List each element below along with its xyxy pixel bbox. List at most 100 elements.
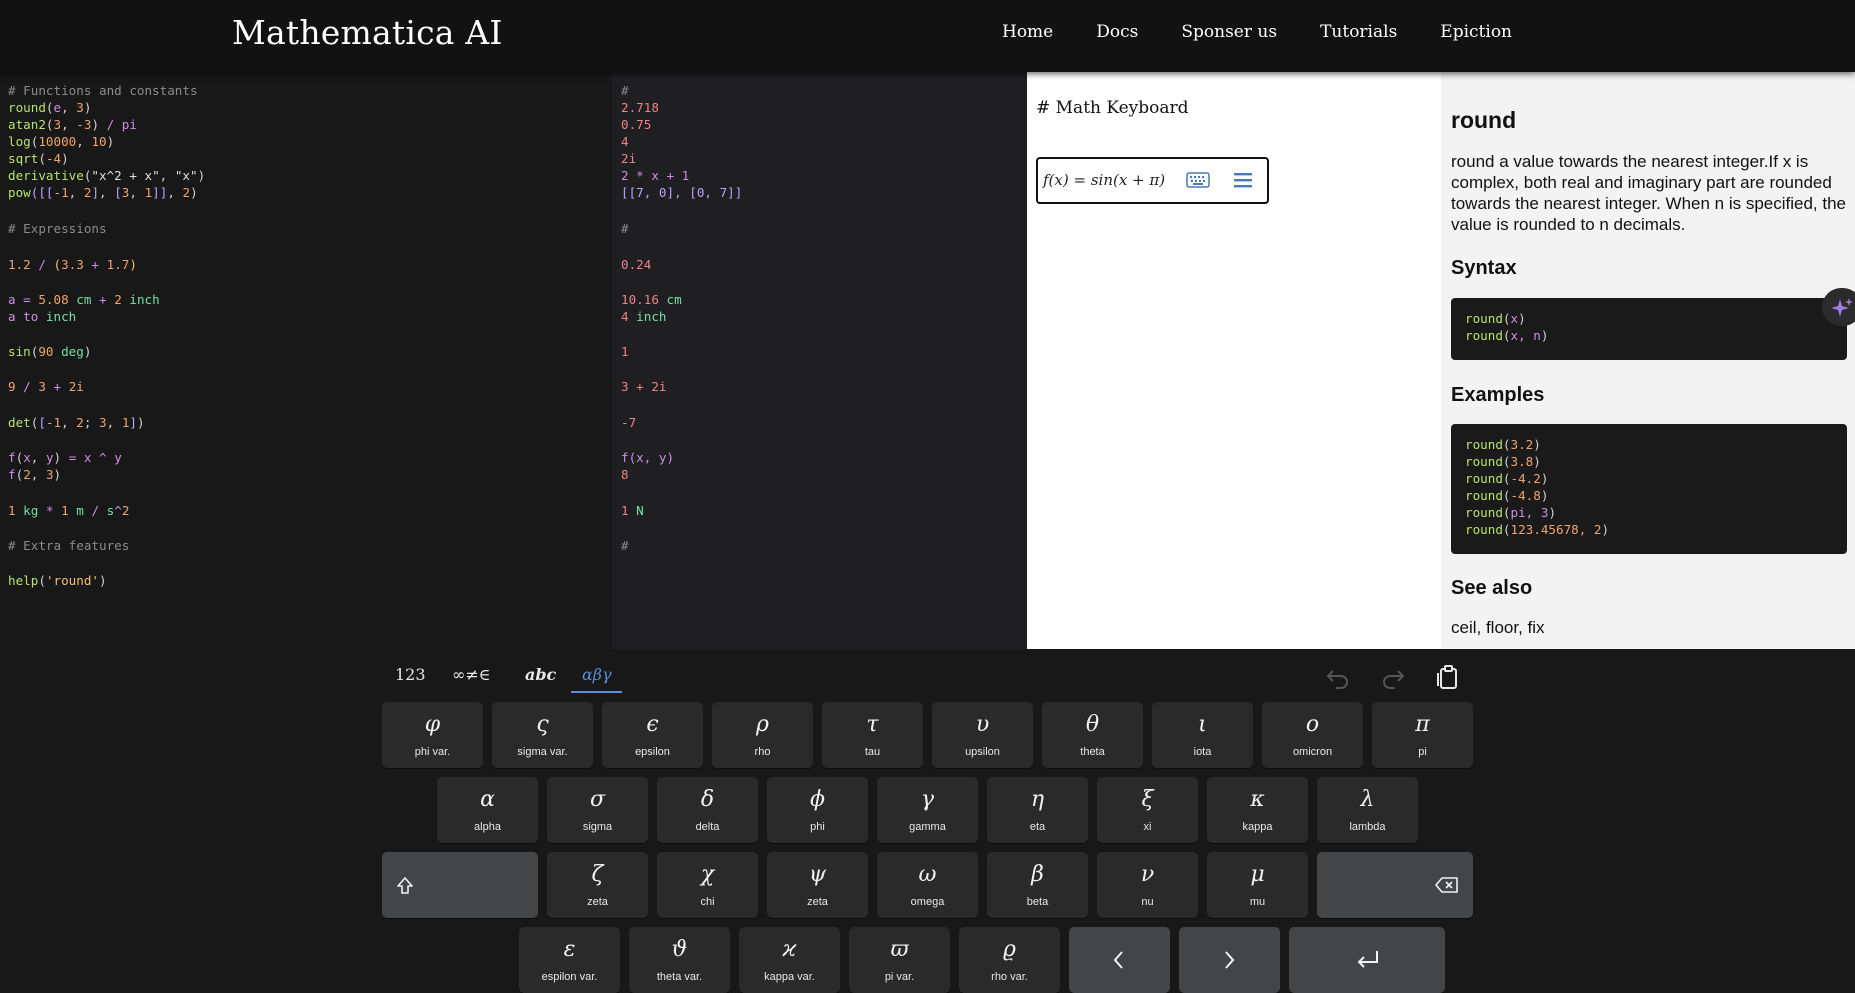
- key-alpha[interactable]: α alpha: [437, 777, 538, 843]
- example-line: round(3.2): [1465, 437, 1541, 452]
- nav-epiction-link[interactable]: Epiction: [1440, 22, 1512, 42]
- code-line: 1.2 / (3.3 + 1.7): [8, 257, 137, 272]
- key-pi-var[interactable]: ϖ pi var.: [849, 927, 950, 993]
- examples-heading: Examples: [1451, 384, 1545, 406]
- code-line: # Expressions: [8, 221, 107, 236]
- key-zeta[interactable]: ζ zeta: [547, 852, 648, 918]
- code-line: log(10000, 10): [8, 134, 115, 149]
- key-upsilon[interactable]: υ upsilon: [932, 702, 1033, 768]
- result-line: #: [621, 83, 629, 98]
- backspace-key[interactable]: [1317, 852, 1473, 918]
- sparkle-icon: [1831, 298, 1853, 317]
- examples-code-block: round(3.2) round(3.8) round(-4.2) round(…: [1451, 424, 1847, 554]
- arrow-right-key[interactable]: [1179, 927, 1280, 993]
- syntax-heading: Syntax: [1451, 257, 1517, 279]
- code-line: sin(90 deg): [8, 344, 92, 359]
- key-omicron[interactable]: ο omicron: [1262, 702, 1363, 768]
- key-xi[interactable]: ξ xi: [1097, 777, 1198, 843]
- brand-logo[interactable]: Mathematica AI: [232, 13, 503, 52]
- enter-key[interactable]: [1289, 927, 1445, 993]
- code-line: derivative("x^2 + x", "x"): [8, 168, 206, 183]
- virtual-math-keyboard: 123 ∞≠∈ abc αβγ φ phi var. ς sigma var. ϵe…: [0, 649, 1855, 993]
- key-theta-var[interactable]: ϑ theta var.: [629, 927, 730, 993]
- active-tab-indicator: [571, 691, 622, 693]
- code-line: f(x, y) = x ^ y: [8, 450, 122, 465]
- example-line: round(3.8): [1465, 454, 1541, 469]
- key-delta[interactable]: δ delta: [657, 777, 758, 843]
- key-theta[interactable]: θ theta: [1042, 702, 1143, 768]
- example-line: round(-4.8): [1465, 488, 1549, 503]
- key-beta[interactable]: β beta: [987, 852, 1088, 918]
- code-line: a = 5.08 cm + 2 inch: [8, 292, 160, 307]
- result-line: 0.24: [621, 257, 652, 272]
- result-line: #: [621, 538, 629, 553]
- key-rho[interactable]: ρ rho: [712, 702, 813, 768]
- key-sigma[interactable]: σ sigma: [547, 777, 648, 843]
- arrow-left-key[interactable]: [1069, 927, 1170, 993]
- key-gamma[interactable]: γ gamma: [877, 777, 978, 843]
- top-navigation-bar: Mathematica AI Home Docs Sponser us Tuto…: [0, 0, 1855, 72]
- key-phi-var[interactable]: φ phi var.: [382, 702, 483, 768]
- example-line: round(-4.2): [1465, 471, 1549, 486]
- example-line: round(pi, 3): [1465, 505, 1557, 520]
- result-line: 0.75: [621, 117, 652, 132]
- result-line: -7: [621, 415, 637, 430]
- key-mu[interactable]: μ mu: [1207, 852, 1308, 918]
- key-nu[interactable]: ν nu: [1097, 852, 1198, 918]
- key-omega[interactable]: ω omega: [877, 852, 978, 918]
- tab-numeric[interactable]: 123: [395, 665, 426, 684]
- nav-tutorials-link[interactable]: Tutorials: [1320, 22, 1397, 42]
- see-also-heading: See also: [1451, 577, 1533, 599]
- key-pi[interactable]: π pi: [1372, 702, 1473, 768]
- code-line: a to inch: [8, 309, 77, 324]
- key-phi[interactable]: ϕ phi: [767, 777, 868, 843]
- undo-icon[interactable]: [1324, 663, 1352, 691]
- code-line: f(2, 3): [8, 467, 62, 482]
- redo-icon[interactable]: [1379, 663, 1407, 691]
- key-chi[interactable]: χ chi: [657, 852, 758, 918]
- key-iota[interactable]: ι iota: [1152, 702, 1253, 768]
- keyboard-icon[interactable]: [1186, 172, 1210, 188]
- see-also-links[interactable]: ceil, floor, fix: [1451, 617, 1853, 638]
- key-kappa-var[interactable]: ϰ kappa var.: [739, 927, 840, 993]
- key-tau[interactable]: τ tau: [822, 702, 923, 768]
- tab-greek[interactable]: αβγ: [582, 665, 612, 684]
- code-line: # Functions and constants: [8, 83, 198, 98]
- syntax-line: round(x, n): [1465, 328, 1549, 343]
- code-line: round(e, 3): [8, 100, 92, 115]
- code-line: det([-1, 2; 3, 1]): [8, 415, 145, 430]
- result-line: [[7, 0], [0, 7]]: [621, 185, 743, 200]
- backspace-icon: [1435, 877, 1458, 893]
- tab-symbols[interactable]: ∞≠∈: [452, 665, 491, 684]
- shift-icon: [397, 877, 413, 894]
- result-line: 4: [621, 134, 629, 149]
- tab-alphabetic[interactable]: abc: [525, 665, 556, 684]
- code-line: 1 kg * 1 m / s^2: [8, 503, 130, 518]
- syntax-code-block: round(x) round(x, n): [1451, 298, 1847, 360]
- code-line: pow([[-1, 2], [3, 1]], 2): [8, 185, 198, 200]
- key-sigma-var[interactable]: ς sigma var.: [492, 702, 593, 768]
- ai-assistant-button[interactable]: [1822, 288, 1855, 326]
- key-rho-var[interactable]: ϱ rho var.: [959, 927, 1060, 993]
- math-keyboard-title: # Math Keyboard: [1036, 98, 1189, 118]
- nav-sponser-link[interactable]: Sponser us: [1181, 22, 1277, 42]
- nav-home-link[interactable]: Home: [1002, 22, 1053, 42]
- key-eta[interactable]: η eta: [987, 777, 1088, 843]
- result-line: 1: [621, 344, 629, 359]
- key-psi[interactable]: ψ zeta: [767, 852, 868, 918]
- result-line: 3 + 2i: [621, 379, 667, 394]
- key-lambda[interactable]: λ lambda: [1317, 777, 1418, 843]
- code-line: sqrt(-4): [8, 151, 69, 166]
- key-epsilon[interactable]: ϵ epsilon: [602, 702, 703, 768]
- shift-key[interactable]: [382, 852, 538, 918]
- key-epsilon-var[interactable]: ε espilon var.: [519, 927, 620, 993]
- math-input-field[interactable]: f(x) = sin(x + π): [1036, 157, 1269, 204]
- key-kappa[interactable]: κ kappa: [1207, 777, 1308, 843]
- math-field-value: f(x) = sin(x + π): [1043, 171, 1166, 189]
- code-editor[interactable]: # Functions and constants round(e, 3) at…: [0, 72, 612, 649]
- results-pane: # 2.718 0.75 4 2i 2 * x + 1 [[7, 0], [0,…: [612, 72, 1027, 649]
- clipboard-icon[interactable]: [1434, 663, 1462, 691]
- nav-docs-link[interactable]: Docs: [1096, 22, 1138, 42]
- example-line: round(123.45678, 2): [1465, 522, 1610, 537]
- hamburger-menu-icon[interactable]: [1233, 171, 1253, 189]
